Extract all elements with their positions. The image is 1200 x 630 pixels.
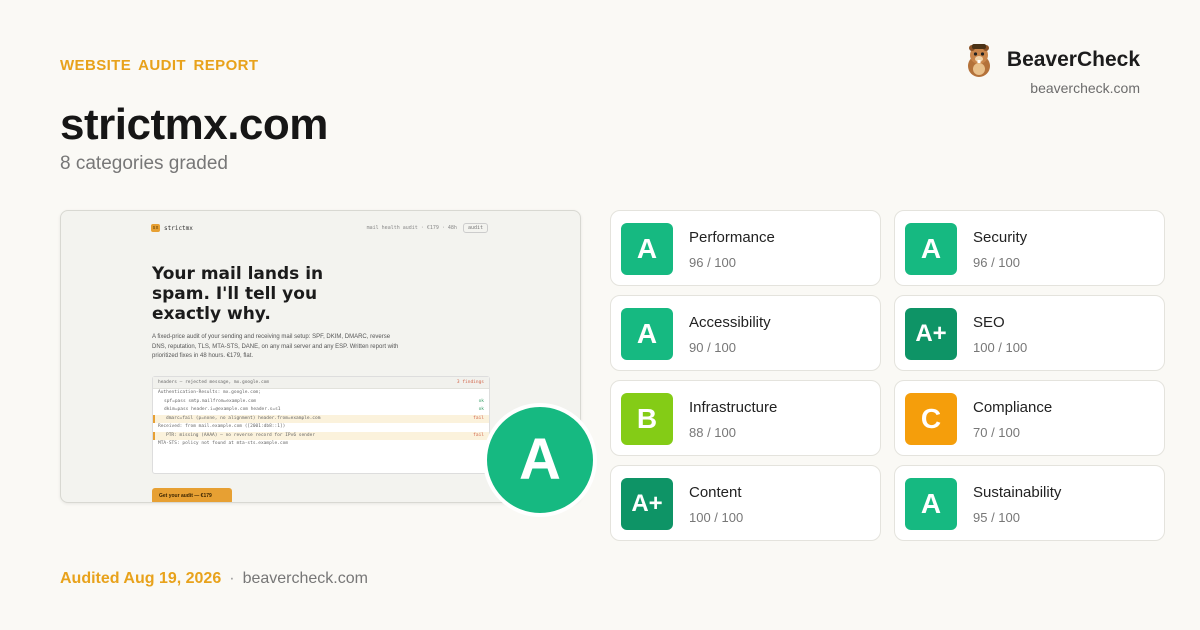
category-card-content: A+ Content 100 / 100 <box>610 465 881 541</box>
category-card-accessibility: A Accessibility 90 / 100 <box>610 295 881 371</box>
code-line: PTR: missing (AAAA) — no reverse record … <box>153 431 489 440</box>
screenshot-logo-text: strictmx <box>164 224 193 232</box>
code-line-text: dkim=pass header.i=@example.com header.s… <box>164 407 281 412</box>
footer-url[interactable]: beavercheck.com <box>243 570 368 587</box>
code-line-text: spf=pass smtp.mailfrom=example.com <box>164 398 257 404</box>
category-label: Security <box>973 229 1028 246</box>
code-lines: Authentication-Results: mx.google.com; sp… <box>153 389 489 449</box>
grade-badge: A <box>621 223 673 275</box>
brand: BeaverCheck beavercheck.com <box>963 42 1140 96</box>
code-line-status: fail <box>473 432 484 438</box>
grade-badge: C <box>905 393 957 445</box>
grade-badge: B <box>621 393 673 445</box>
footer: Audited Aug 19, 2026 · beavercheck.com <box>60 570 368 588</box>
screenshot-headline: Your mail lands in spam. I'll tell you e… <box>152 264 324 324</box>
screenshot-code-header: headers — rejected message, mx.google.co… <box>153 377 489 389</box>
site-subtitle: 8 categories graded <box>60 153 228 174</box>
category-card-sustainability: A Sustainability 95 / 100 <box>894 465 1165 541</box>
category-score: 96 / 100 <box>689 255 736 270</box>
overall-grade-badge: A <box>483 403 597 517</box>
category-score: 100 / 100 <box>973 340 1028 355</box>
code-line-text: MTA-STS: policy not found at mta-sts.exa… <box>158 441 289 446</box>
category-label: Infrastructure <box>689 399 778 416</box>
audit-date: Audited Aug 19, 2026 <box>60 570 222 587</box>
category-score: 100 / 100 <box>689 510 744 525</box>
grade-badge: A <box>905 478 957 530</box>
code-line: Authentication-Results: mx.google.com; <box>153 389 489 398</box>
code-line: spf=pass smtp.mailfrom=example.com ok <box>153 398 489 407</box>
category-label: Sustainability <box>973 484 1062 501</box>
category-score: 70 / 100 <box>973 425 1020 440</box>
screenshot-logo-mark: sx <box>151 224 160 232</box>
footer-separator: · <box>229 570 235 587</box>
grade-badge: A <box>621 308 673 360</box>
code-findings: 3 findings <box>456 380 484 385</box>
grade-badge: A+ <box>621 478 673 530</box>
code-line-status: ok <box>478 407 484 412</box>
code-line: Received: from mail.example.com ([2001:d… <box>153 423 489 432</box>
code-line-text: PTR: missing (AAAA) — no reverse record … <box>166 432 316 438</box>
category-label: Compliance <box>973 399 1053 416</box>
brand-name: BeaverCheck <box>1006 48 1140 71</box>
category-score: 88 / 100 <box>689 425 736 440</box>
code-line-text: dmarc=fail (p=none, no alignment) header… <box>166 415 321 421</box>
category-label: SEO <box>973 314 1005 331</box>
report-kicker: WEBSITE AUDIT REPORT <box>60 57 259 74</box>
category-card-seo: A+ SEO 100 / 100 <box>894 295 1165 371</box>
category-score: 96 / 100 <box>973 255 1020 270</box>
screenshot-nav-text: mail health audit · €179 · 48h <box>366 225 457 231</box>
code-line-text: Received: from mail.example.com ([2001:d… <box>158 424 286 429</box>
code-line: dmarc=fail (p=none, no alignment) header… <box>153 414 489 423</box>
category-card-performance: A Performance 96 / 100 <box>610 210 881 286</box>
category-label: Accessibility <box>689 314 771 331</box>
beaver-icon <box>967 44 990 77</box>
category-card-compliance: C Compliance 70 / 100 <box>894 380 1165 456</box>
screenshot-nav: sx strictmx mail health audit · €179 · 4… <box>151 221 488 235</box>
grade-badge: A+ <box>905 308 957 360</box>
screenshot-logo: sx strictmx <box>151 224 193 232</box>
code-line: MTA-STS: policy not found at mta-sts.exa… <box>153 440 489 449</box>
screenshot-nav-right: mail health audit · €179 · 48h audit <box>367 223 488 233</box>
code-line-text: Authentication-Results: mx.google.com; <box>158 390 261 395</box>
code-line-status: fail <box>473 415 484 421</box>
code-line: dkim=pass header.i=@example.com header.s… <box>153 406 489 415</box>
code-line-status: ok <box>478 398 484 404</box>
code-header-text: headers — rejected message, mx.google.co… <box>158 380 270 385</box>
category-card-infrastructure: B Infrastructure 88 / 100 <box>610 380 881 456</box>
screenshot-nav-button: audit <box>462 223 488 233</box>
screenshot-cta: Get your audit — €179 <box>152 488 232 502</box>
site-title: strictmx.com <box>60 100 328 149</box>
category-card-security: A Security 96 / 100 <box>894 210 1165 286</box>
screenshot-code-block: headers — rejected message, mx.google.co… <box>152 376 490 474</box>
category-label: Performance <box>689 229 775 246</box>
category-score: 95 / 100 <box>973 510 1020 525</box>
category-label: Content <box>689 484 742 501</box>
grade-badge: A <box>905 223 957 275</box>
brand-url[interactable]: beavercheck.com <box>963 80 1140 96</box>
screenshot-paragraph: A fixed-price audit of your sending and … <box>152 334 399 359</box>
category-score: 90 / 100 <box>689 340 736 355</box>
